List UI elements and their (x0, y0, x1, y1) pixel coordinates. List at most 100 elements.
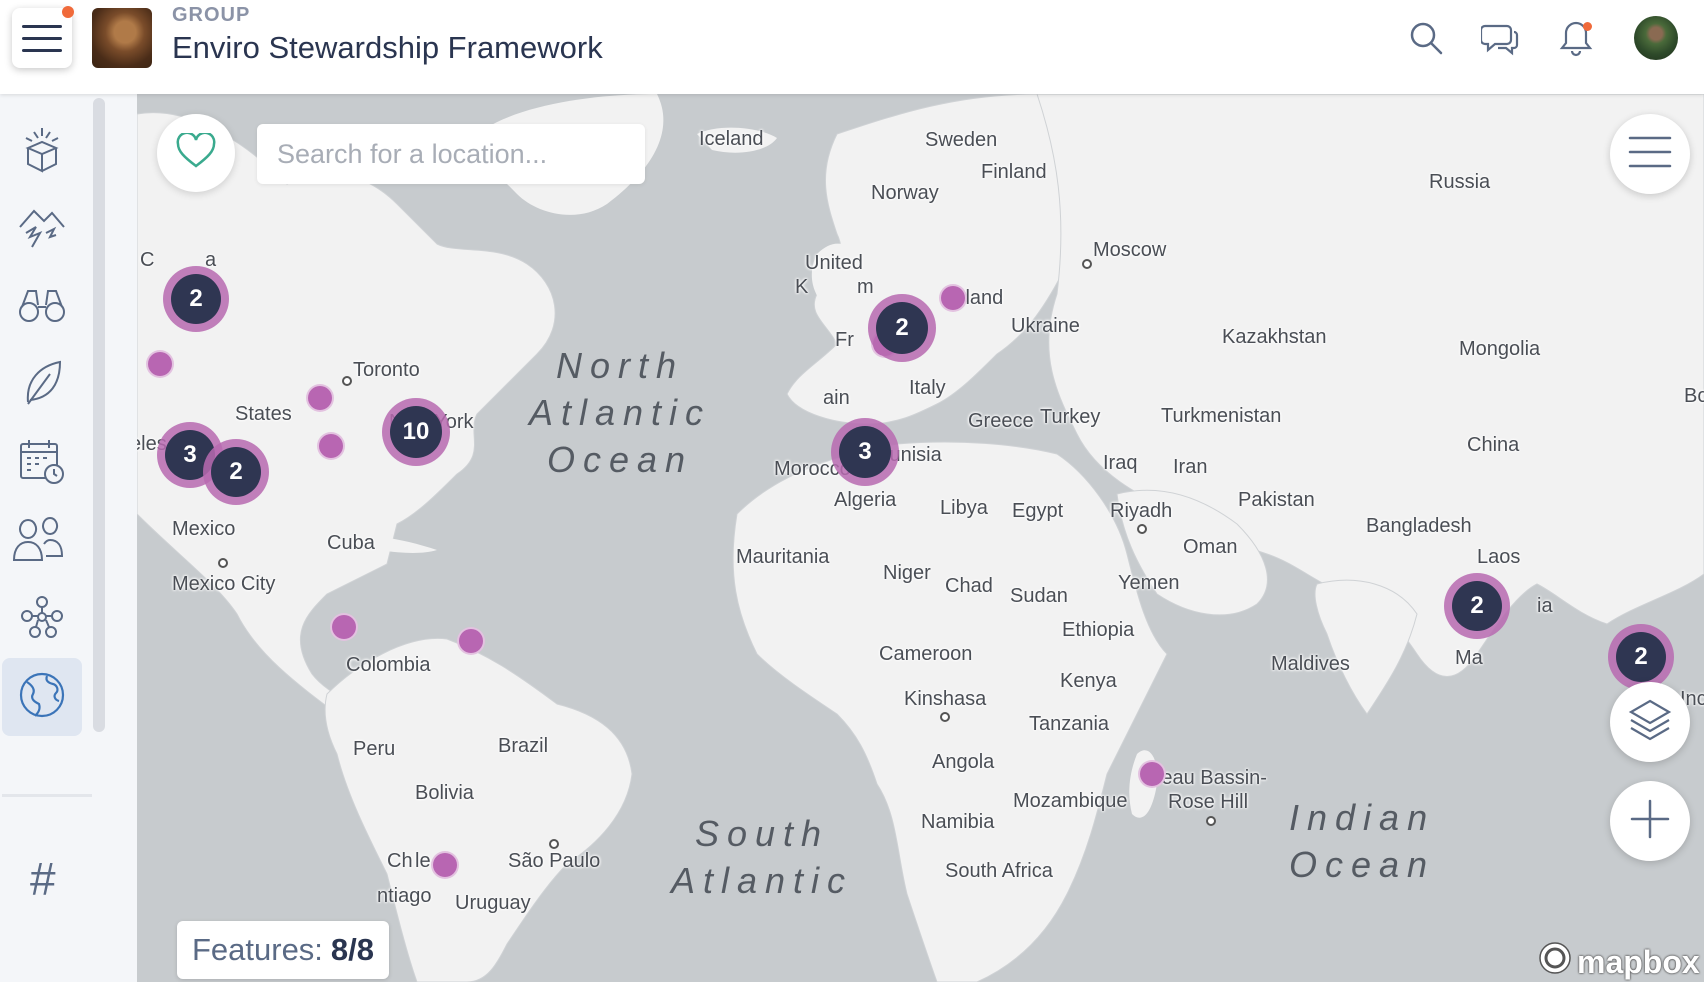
map-pin[interactable] (317, 432, 345, 460)
place-label: Libya (940, 497, 988, 519)
plus-icon (1630, 799, 1670, 844)
sidebar-item-explore[interactable] (2, 112, 82, 190)
calendar-icon (17, 436, 67, 491)
map-pin[interactable] (1138, 760, 1166, 788)
map-cluster[interactable]: 2 (868, 294, 936, 362)
sidebar-item-tracks[interactable] (2, 190, 82, 268)
place-label: ntiago (377, 885, 432, 907)
hashtag-icon[interactable]: # (30, 852, 56, 906)
layers-button[interactable] (1610, 682, 1690, 762)
capital-marker (1137, 524, 1147, 534)
place-label: Mozambique (1013, 790, 1128, 812)
place-label: Egypt (1012, 500, 1064, 522)
map-menu-button[interactable] (1610, 114, 1690, 194)
place-label: São Paulo (508, 850, 601, 872)
features-count: Features: 8/8 (177, 921, 389, 979)
notification-dot (62, 6, 74, 18)
location-search-input[interactable] (257, 124, 645, 184)
sidebar-item-map[interactable] (2, 658, 82, 736)
place-label: Brazil (498, 735, 549, 757)
place-label: m (857, 276, 874, 298)
map-pin[interactable] (306, 384, 334, 412)
place-label: Iraq (1103, 452, 1138, 474)
place-label: Mexico (172, 518, 236, 540)
map-pin[interactable] (146, 350, 174, 378)
ocean-label-south-atlantic: South Atlantic (671, 810, 853, 904)
place-label: Beau Bassin- (1148, 767, 1267, 789)
place-label: Laos (1477, 546, 1521, 568)
ocean-label-indian: Indian Ocean (1289, 794, 1435, 888)
sidebar-divider (2, 794, 92, 797)
map-pin[interactable] (330, 613, 358, 641)
place-label: Namibia (921, 811, 995, 833)
landmass-india (1314, 579, 1418, 715)
place-label: C (140, 249, 155, 271)
map-cluster[interactable]: 2 (1444, 573, 1510, 639)
map-cluster[interactable]: 2 (203, 439, 269, 505)
map-cluster[interactable]: 2 (163, 266, 229, 332)
menu-bar (22, 48, 62, 52)
sidebar-item-groups[interactable] (2, 580, 82, 658)
notifications-icon[interactable] (1554, 16, 1598, 60)
group-avatar[interactable] (92, 8, 152, 68)
user-avatar[interactable] (1634, 16, 1678, 60)
place-label: Ukraine (1011, 315, 1080, 337)
place-label: Maldives (1271, 653, 1350, 675)
mapbox-logo-icon (1537, 940, 1573, 982)
features-label: Features: (191, 932, 323, 967)
hamburger-icon (1628, 135, 1672, 174)
messages-icon[interactable] (1478, 16, 1522, 60)
mountains-icon (16, 203, 68, 256)
map-pin[interactable] (457, 627, 485, 655)
group-title[interactable]: Enviro Stewardship Framework (172, 30, 603, 66)
map-cluster[interactable]: 2 (1608, 624, 1674, 690)
mapbox-attribution[interactable]: mapbox (1537, 940, 1700, 982)
place-label: Bangladesh (1366, 515, 1472, 537)
cluster-count: 3 (839, 426, 891, 478)
sidebar-item-topics[interactable] (2, 346, 82, 424)
place-label: Kenya (1060, 670, 1117, 692)
place-label: South Africa (945, 860, 1053, 882)
cluster-count: 2 (1452, 581, 1502, 631)
map-pin[interactable] (431, 851, 459, 879)
hamburger-menu-button[interactable] (12, 6, 74, 68)
sidebar-item-events[interactable] (2, 424, 82, 502)
place-label: le (415, 850, 431, 872)
place-label: Fr (835, 329, 854, 351)
sidebar-item-discover[interactable] (2, 268, 82, 346)
place-label: United (805, 252, 863, 274)
place-label: States (235, 403, 292, 425)
members-icon (12, 516, 72, 567)
ocean-label-line: Indian (1289, 797, 1436, 838)
place-label: Bolivia (415, 782, 474, 804)
place-label: Greece (968, 410, 1034, 432)
place-label: Turkey (1040, 406, 1101, 428)
place-label: Chad (945, 575, 993, 597)
place-label: Bc (1684, 385, 1704, 407)
mapbox-wordmark: mapbox (1577, 943, 1700, 980)
map-canvas[interactable]: Iceland Sweden Finland Norway Russia Mos… (137, 94, 1704, 982)
place-label: Ethiopia (1062, 619, 1135, 641)
map-cluster[interactable]: 10 (382, 398, 450, 466)
capital-marker (1082, 259, 1092, 269)
cluster-count: 10 (390, 406, 442, 458)
place-label: Ch (387, 850, 413, 872)
top-header: GROUP Enviro Stewardship Framework (0, 0, 1704, 94)
sidebar-scrollbar[interactable] (93, 98, 105, 732)
features-value: 8/8 (330, 932, 375, 967)
ocean-label-line: South (694, 813, 830, 854)
favorite-button[interactable] (157, 114, 235, 192)
sidebar-item-members[interactable] (2, 502, 82, 580)
map-cluster[interactable]: 3 (831, 418, 899, 486)
place-label: Angola (932, 751, 995, 773)
place-label: K (795, 276, 809, 298)
binoculars-icon (16, 285, 68, 330)
map-pin[interactable] (939, 284, 967, 312)
place-label: Peru (353, 738, 396, 760)
zoom-in-button[interactable] (1610, 781, 1690, 861)
cluster-count: 2 (211, 447, 261, 497)
place-label: Finland (981, 161, 1047, 183)
search-icon[interactable] (1404, 16, 1448, 60)
place-label: Mexico City (172, 573, 276, 595)
ocean-label-line: Ocean (1289, 844, 1436, 885)
